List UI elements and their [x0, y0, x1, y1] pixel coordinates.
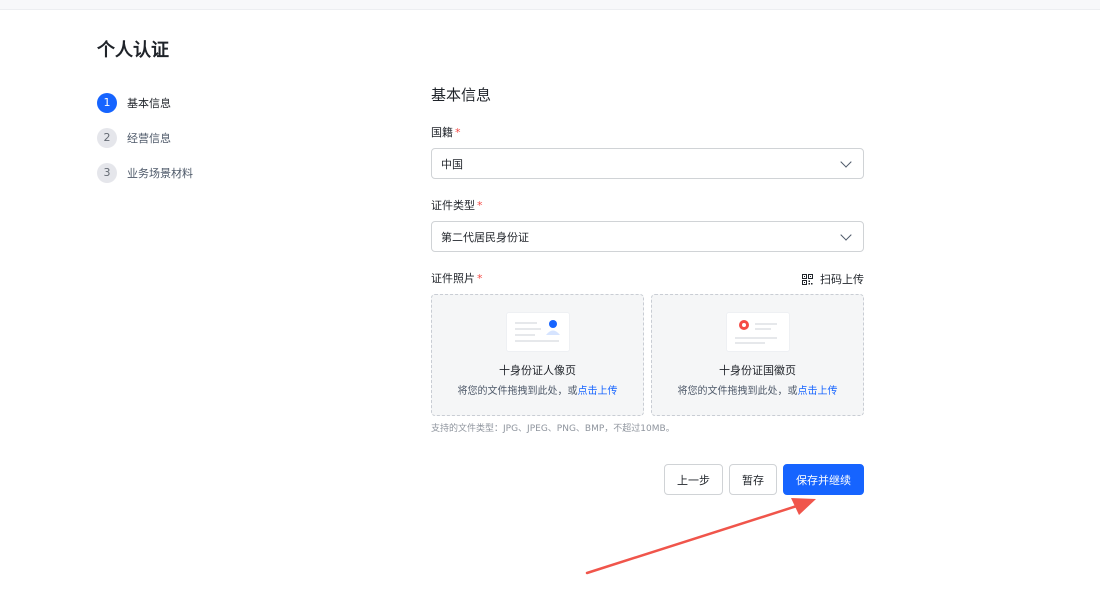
- section-title: 基本信息: [431, 86, 492, 104]
- chevron-down-icon: [840, 155, 852, 168]
- upload-hint: 将您的文件拖拽到此处，或点击上传: [457, 386, 618, 397]
- id-card-portrait-icon: [507, 313, 569, 351]
- supported-file-types: 支持的文件类型：JPG、JPEG、PNG、BMP，不超过10MB。: [431, 424, 675, 434]
- nationality-label: 国籍 *: [431, 126, 461, 139]
- step-scenario-materials[interactable]: 3 业务场景材料: [97, 155, 317, 190]
- step-number: 2: [97, 127, 117, 148]
- id-type-value: 第二代居民身份证: [441, 230, 529, 244]
- click-upload-link[interactable]: 点击上传: [798, 386, 838, 397]
- nationality-select[interactable]: 中国: [431, 148, 864, 179]
- step-business-info[interactable]: 2 经营信息: [97, 120, 317, 155]
- nationality-value: 中国: [441, 157, 463, 171]
- scan-upload-button[interactable]: 扫码上传: [802, 271, 864, 287]
- step-nav: 1 基本信息 2 经营信息 3 业务场景材料: [97, 85, 317, 190]
- step-label: 经营信息: [127, 131, 171, 145]
- id-card-emblem-icon: [727, 313, 789, 351]
- qr-code-icon: [802, 273, 813, 285]
- required-mark: *: [455, 126, 461, 139]
- top-bar: [0, 0, 1100, 10]
- required-mark: *: [477, 272, 483, 285]
- click-upload-link[interactable]: 点击上传: [578, 386, 618, 397]
- required-mark: *: [477, 199, 483, 212]
- scan-upload-label: 扫码上传: [820, 273, 864, 286]
- step-label: 基本信息: [127, 96, 171, 110]
- save-and-continue-button[interactable]: 保存并继续: [783, 464, 864, 495]
- step-basic-info[interactable]: 1 基本信息: [97, 85, 317, 120]
- step-number: 1: [97, 92, 117, 113]
- id-front-upload[interactable]: 十身份证人像页 将您的文件拖拽到此处，或点击上传: [431, 294, 644, 416]
- id-back-upload[interactable]: 十身份证国徽页 将您的文件拖拽到此处，或点击上传: [651, 294, 864, 416]
- id-photo-label: 证件照片 *: [431, 272, 483, 285]
- chevron-down-icon: [840, 228, 852, 241]
- prev-step-button[interactable]: 上一步: [664, 464, 723, 495]
- upload-hint: 将您的文件拖拽到此处，或点击上传: [677, 386, 838, 397]
- upload-title: 十身份证国徽页: [719, 364, 796, 377]
- upload-title: 十身份证人像页: [499, 364, 576, 377]
- page-title: 个人认证: [97, 40, 169, 61]
- step-number: 3: [97, 162, 117, 183]
- basic-info-form: 基本信息 国籍 * 中国 证件类型 * 第二代居民身份证 证件照片 * 扫码上传…: [431, 82, 864, 436]
- id-type-select[interactable]: 第二代居民身份证: [431, 221, 864, 252]
- id-type-label: 证件类型 *: [431, 199, 483, 212]
- save-draft-button[interactable]: 暂存: [729, 464, 777, 495]
- step-label: 业务场景材料: [127, 166, 193, 180]
